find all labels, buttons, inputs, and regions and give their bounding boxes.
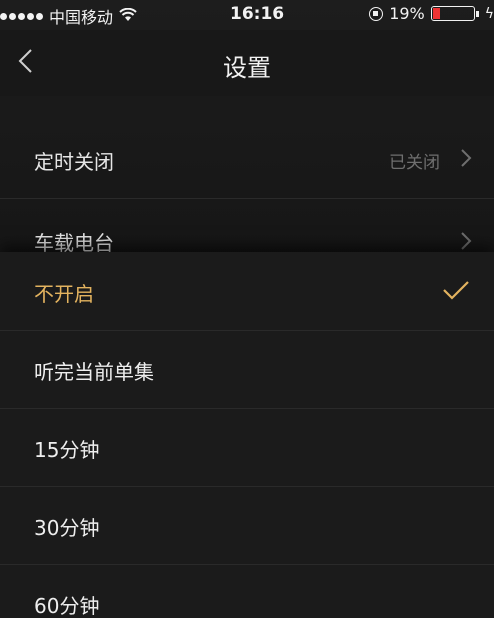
screen: 中国移动 16:16 19% ϟ 设置 定时关闭 已关闭 车载电台 不开启 听完…: [0, 0, 494, 618]
signal-dots-icon: [0, 12, 43, 20]
battery-percent: 19%: [389, 4, 425, 23]
timer-value: 已关闭: [389, 153, 440, 173]
option-off[interactable]: 不开启: [0, 252, 494, 331]
option-label: 不开启: [34, 282, 94, 306]
wifi-icon: [119, 7, 137, 26]
timer-options-sheet: 不开启 听完当前单集 15分钟 30分钟 60分钟: [0, 252, 494, 618]
battery-level: [432, 8, 440, 19]
option-finish-episode[interactable]: 听完当前单集: [0, 330, 494, 409]
status-time: 16:16: [230, 4, 285, 24]
settings-row-timer[interactable]: 定时关闭 已关闭: [0, 118, 494, 199]
nav-bar: 设置: [0, 30, 494, 96]
option-15-min[interactable]: 15分钟: [0, 408, 494, 487]
option-60-min[interactable]: 60分钟: [0, 564, 494, 618]
status-bar: 中国移动 16:16 19% ϟ: [0, 0, 494, 30]
option-label: 60分钟: [34, 594, 100, 618]
checkmark-icon: [443, 281, 469, 300]
status-left: 中国移动: [0, 4, 137, 28]
option-label: 15分钟: [34, 438, 100, 462]
option-30-min[interactable]: 30分钟: [0, 486, 494, 565]
lightning-icon: ϟ: [484, 5, 494, 22]
option-label: 30分钟: [34, 516, 100, 540]
status-right: 19% ϟ: [369, 4, 494, 23]
chevron-right-icon: [461, 149, 472, 167]
battery-icon: [430, 6, 475, 21]
battery-tip: [475, 10, 479, 17]
carrier-name: 中国移动: [49, 8, 114, 27]
orientation-lock-icon: [369, 6, 384, 21]
option-label: 听完当前单集: [34, 360, 154, 384]
page-title: 设置: [223, 54, 271, 82]
chevron-right-icon: [461, 232, 472, 250]
timer-label: 定时关闭: [34, 150, 114, 174]
